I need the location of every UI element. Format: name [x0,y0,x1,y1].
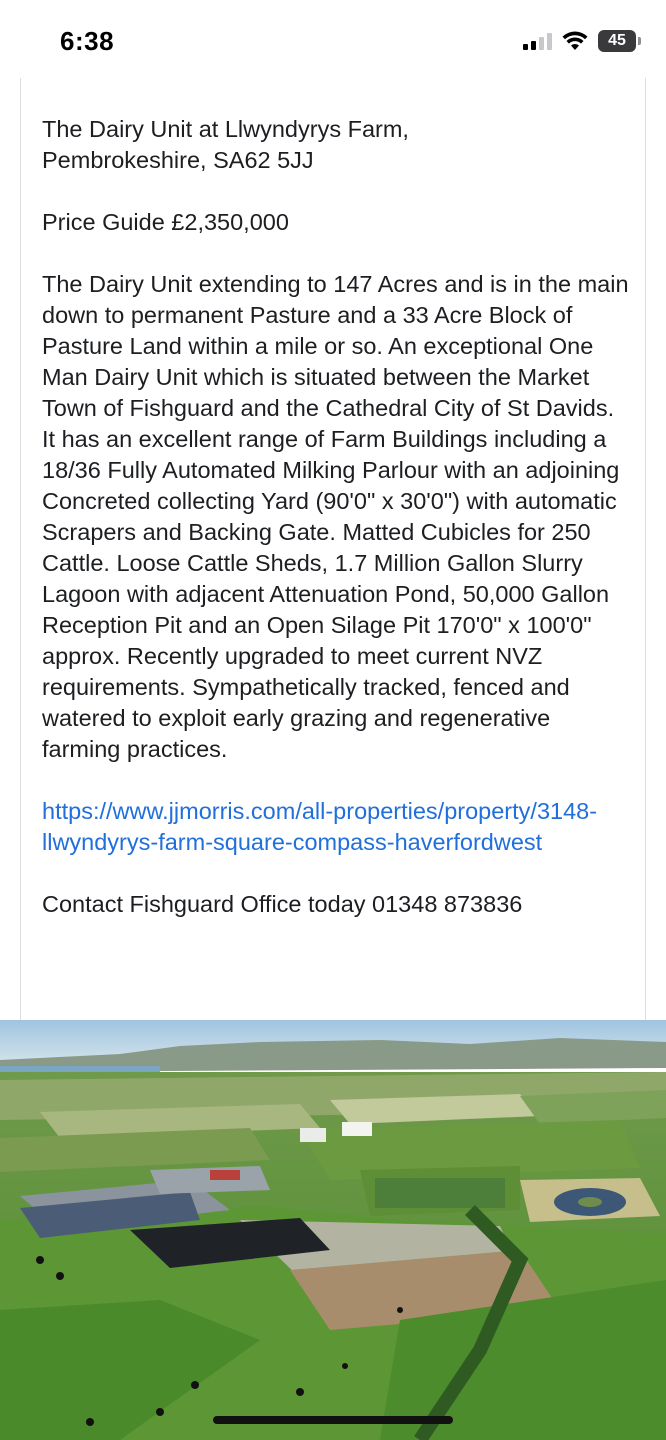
address-line-1: The Dairy Unit at Llwyndyrys Farm, [42,116,409,142]
post-address: The Dairy Unit at Llwyndyrys Farm, Pembr… [42,114,632,176]
farm-aerial-photo[interactable] [0,1020,666,1440]
status-time: 6:38 [60,26,115,56]
price-guide: Price Guide £2,350,000 [42,209,289,235]
status-icons: 45 [523,30,641,52]
property-link[interactable]: https://www.jjmorris.com/all-properties/… [42,796,632,858]
battery-level: 45 [608,32,626,49]
property-description: The Dairy Unit extending to 147 Acres an… [42,271,629,762]
status-bar: 6:38 45 [0,0,666,84]
home-indicator[interactable] [213,1416,453,1424]
post-text: The Dairy Unit at Llwyndyrys Farm, Pembr… [42,114,632,920]
post-card: The Dairy Unit at Llwyndyrys Farm, Pembr… [20,78,646,1020]
battery-icon: 45 [598,30,641,52]
address-line-2: Pembrokeshire, SA62 5JJ [42,147,314,173]
wifi-icon [562,31,588,51]
signal-icon [523,32,552,50]
contact-line: Contact Fishguard Office today 01348 873… [42,891,523,917]
